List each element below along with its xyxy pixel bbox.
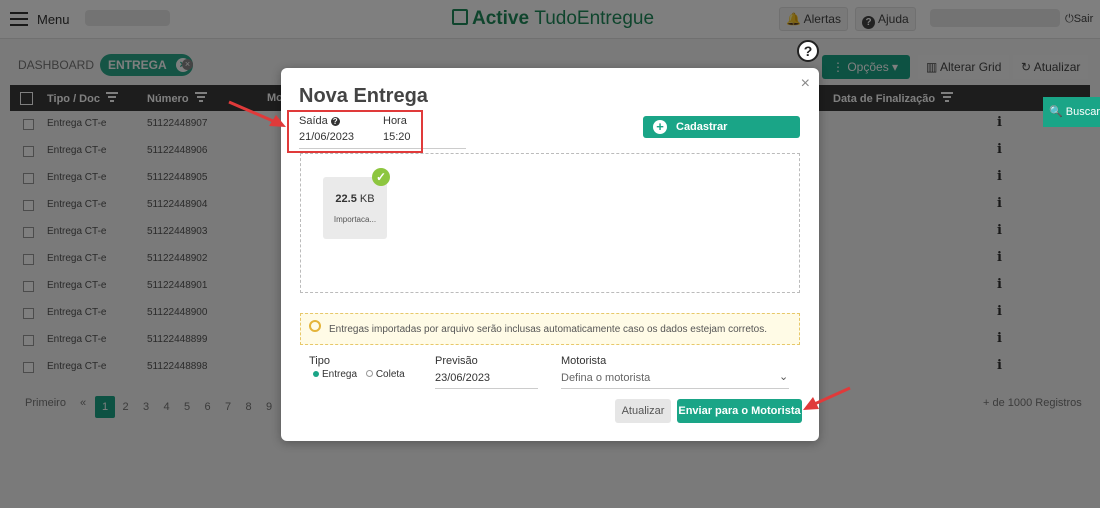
annotation-arrows bbox=[228, 100, 851, 410]
arrow-to-send-button-icon bbox=[803, 386, 851, 410]
arrow-to-date-icon bbox=[228, 100, 286, 127]
